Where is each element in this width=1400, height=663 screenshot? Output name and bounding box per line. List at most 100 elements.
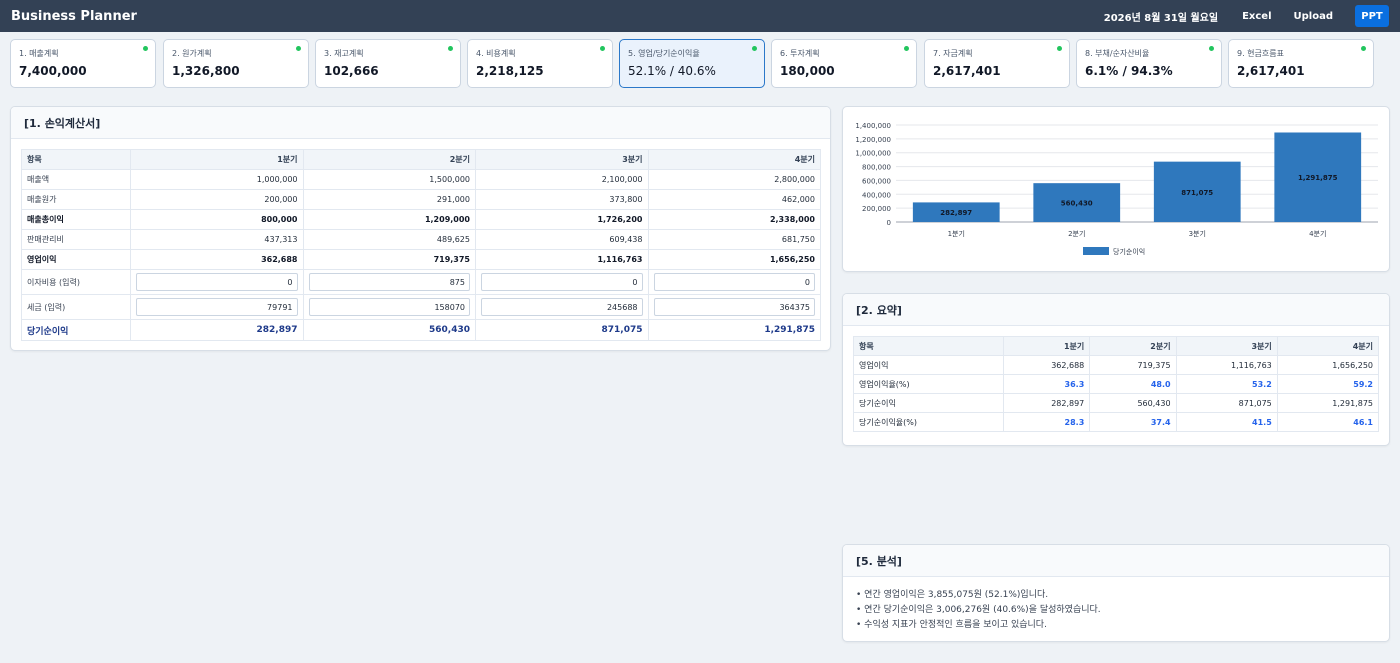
status-dot-icon <box>600 46 605 51</box>
cell-value: 373,800 <box>475 189 649 210</box>
x-tick-label: 1분기 <box>948 229 965 238</box>
upload-button[interactable]: Upload <box>1294 11 1333 22</box>
cell-value: 1,291,875 <box>1276 393 1380 413</box>
excel-button[interactable]: Excel <box>1242 11 1271 22</box>
cell-value: 59.2 <box>1276 374 1380 394</box>
card-label: 5. 영업/당기순이익율 <box>628 49 700 58</box>
cell-input <box>302 294 476 320</box>
interest-input-q1[interactable] <box>136 273 298 291</box>
cell-value: 53.2 <box>1175 374 1278 394</box>
card-inventory-plan[interactable]: 3. 재고계획 102,666 <box>315 39 461 88</box>
cell-value: 2,338,000 <box>647 209 821 230</box>
cell-value: 560,430 <box>1089 393 1177 413</box>
cell-value: 681,750 <box>647 229 821 250</box>
column-header: 항목 <box>853 336 1004 356</box>
row-label: 당기순이익 <box>21 319 131 341</box>
app-title: Business Planner <box>11 8 137 24</box>
status-dot-icon <box>752 46 757 51</box>
card-debt-ratio[interactable]: 8. 부채/순자산비율 6.1% / 94.3% <box>1076 39 1222 88</box>
column-header: 2분기 <box>302 149 476 170</box>
card-value: 2,218,125 <box>476 64 544 78</box>
card-funding-plan[interactable]: 7. 자금계획 2,617,401 <box>924 39 1070 88</box>
card-profit-margin[interactable]: 5. 영업/당기순이익율 52.1% / 40.6% <box>619 39 765 88</box>
analysis-text: • 연간 영업이익은 3,855,075원 (52.1%)입니다. • 연간 당… <box>843 577 1389 641</box>
cell-value: 2,800,000 <box>647 169 821 190</box>
cell-value: 1,116,763 <box>475 249 649 270</box>
interest-input-q4[interactable] <box>653 273 815 291</box>
card-label: 2. 원가계획 <box>172 49 212 58</box>
cell-value: 800,000 <box>130 209 304 230</box>
analysis-panel: [5. 분석] • 연간 영업이익은 3,855,075원 (52.1%)입니다… <box>842 544 1390 642</box>
ppt-button[interactable]: PPT <box>1355 5 1389 27</box>
interest-input-q2[interactable] <box>308 273 470 291</box>
table-header-row: 항목 1분기 2분기 3분기 4분기 <box>21 149 821 170</box>
card-label: 8. 부채/순자산비율 <box>1085 49 1150 58</box>
cell-value: 1,291,875 <box>647 319 821 341</box>
row-label: 매출총이익 <box>21 209 131 230</box>
card-expense-plan[interactable]: 4. 비용계획 2,218,125 <box>467 39 613 88</box>
card-value: 2,617,401 <box>1237 64 1305 78</box>
column-header: 2분기 <box>1089 336 1177 356</box>
table-row: 영업이익 362,688 719,375 1,116,763 1,656,250 <box>853 355 1380 375</box>
cell-value: 719,375 <box>302 249 476 270</box>
cell-value: 200,000 <box>130 189 304 210</box>
table-row-revenue: 매출액 1,000,000 1,500,000 2,100,000 2,800,… <box>21 169 821 190</box>
income-statement-table: 항목 1분기 2분기 3분기 4분기 매출액 1,000,000 1,500,0… <box>21 149 821 341</box>
card-cash-flow[interactable]: 9. 현금흐름표 2,617,401 <box>1228 39 1374 88</box>
cell-input <box>647 269 821 295</box>
row-label: 영업이익 <box>21 249 131 270</box>
cell-value: 282,897 <box>1002 393 1091 413</box>
cell-value: 2,100,000 <box>475 169 649 190</box>
top-bar: Business Planner 2026년 8월 31일 월요일 Excel … <box>0 0 1400 32</box>
table-row-sga: 판매관리비 437,313 489,625 609,438 681,750 <box>21 229 821 250</box>
row-label: 당기순이익율(%) <box>853 412 1004 432</box>
cell-value: 871,075 <box>475 319 649 341</box>
table-row-gross-profit: 매출총이익 800,000 1,209,000 1,726,200 2,338,… <box>21 209 821 230</box>
card-label: 4. 비용계획 <box>476 49 516 58</box>
column-header: 1분기 <box>1002 336 1091 356</box>
table-row: 당기순이익율(%) 28.3 37.4 41.5 46.1 <box>853 412 1380 432</box>
card-investment-plan[interactable]: 6. 투자계획 180,000 <box>771 39 917 88</box>
analysis-line: • 연간 영업이익은 3,855,075원 (52.1%)입니다. <box>856 590 1049 600</box>
card-sales-plan[interactable]: 1. 매출계획 7,400,000 <box>10 39 156 88</box>
cell-value: 871,075 <box>1175 393 1278 413</box>
interest-input-q3[interactable] <box>481 273 643 291</box>
cell-value: 36.3 <box>1002 374 1091 394</box>
card-label: 7. 자금계획 <box>933 49 973 58</box>
status-dot-icon <box>296 46 301 51</box>
x-tick-label: 3분기 <box>1189 229 1206 238</box>
card-cost-plan[interactable]: 2. 원가계획 1,326,800 <box>163 39 309 88</box>
tax-input-q3[interactable] <box>481 298 643 316</box>
cell-value: 362,688 <box>130 249 304 270</box>
row-label: 매출원가 <box>21 189 131 210</box>
cell-value: 1,656,250 <box>1276 355 1380 375</box>
cell-value: 37.4 <box>1089 412 1177 432</box>
card-value: 180,000 <box>780 64 835 78</box>
table-row-interest: 이자비용 (입력) <box>21 269 821 295</box>
data-label: 282,897 <box>940 209 972 217</box>
tax-input-q2[interactable] <box>308 298 470 316</box>
status-dot-icon <box>448 46 453 51</box>
row-label: 당기순이익 <box>853 393 1004 413</box>
column-header: 항목 <box>21 149 131 170</box>
net-income-bar-chart: 0 200,000 400,000 600,000 800,000 1,000,000 1,… <box>855 122 1378 256</box>
cell-value: 1,000,000 <box>130 169 304 190</box>
cell-value: 1,116,763 <box>1175 355 1278 375</box>
tax-input-q1[interactable] <box>136 298 298 316</box>
cell-value: 437,313 <box>130 229 304 250</box>
column-header: 1분기 <box>130 149 304 170</box>
card-value: 52.1% / 40.6% <box>628 64 716 78</box>
cell-value: 1,726,200 <box>475 209 649 230</box>
y-tick-label: 800,000 <box>862 164 891 172</box>
row-label: 이자비용 (입력) <box>21 269 131 295</box>
card-label: 6. 투자계획 <box>780 49 820 58</box>
status-dot-icon <box>1209 46 1214 51</box>
cell-value: 282,897 <box>130 319 304 341</box>
row-label: 세금 (입력) <box>21 294 131 320</box>
y-tick-label: 200,000 <box>862 205 891 213</box>
cell-value: 560,430 <box>302 319 476 341</box>
tax-input-q4[interactable] <box>653 298 815 316</box>
table-row-tax: 세금 (입력) <box>21 294 821 320</box>
table-row-cogs: 매출원가 200,000 291,000 373,800 462,000 <box>21 189 821 210</box>
x-tick-label: 4분기 <box>1309 229 1326 238</box>
